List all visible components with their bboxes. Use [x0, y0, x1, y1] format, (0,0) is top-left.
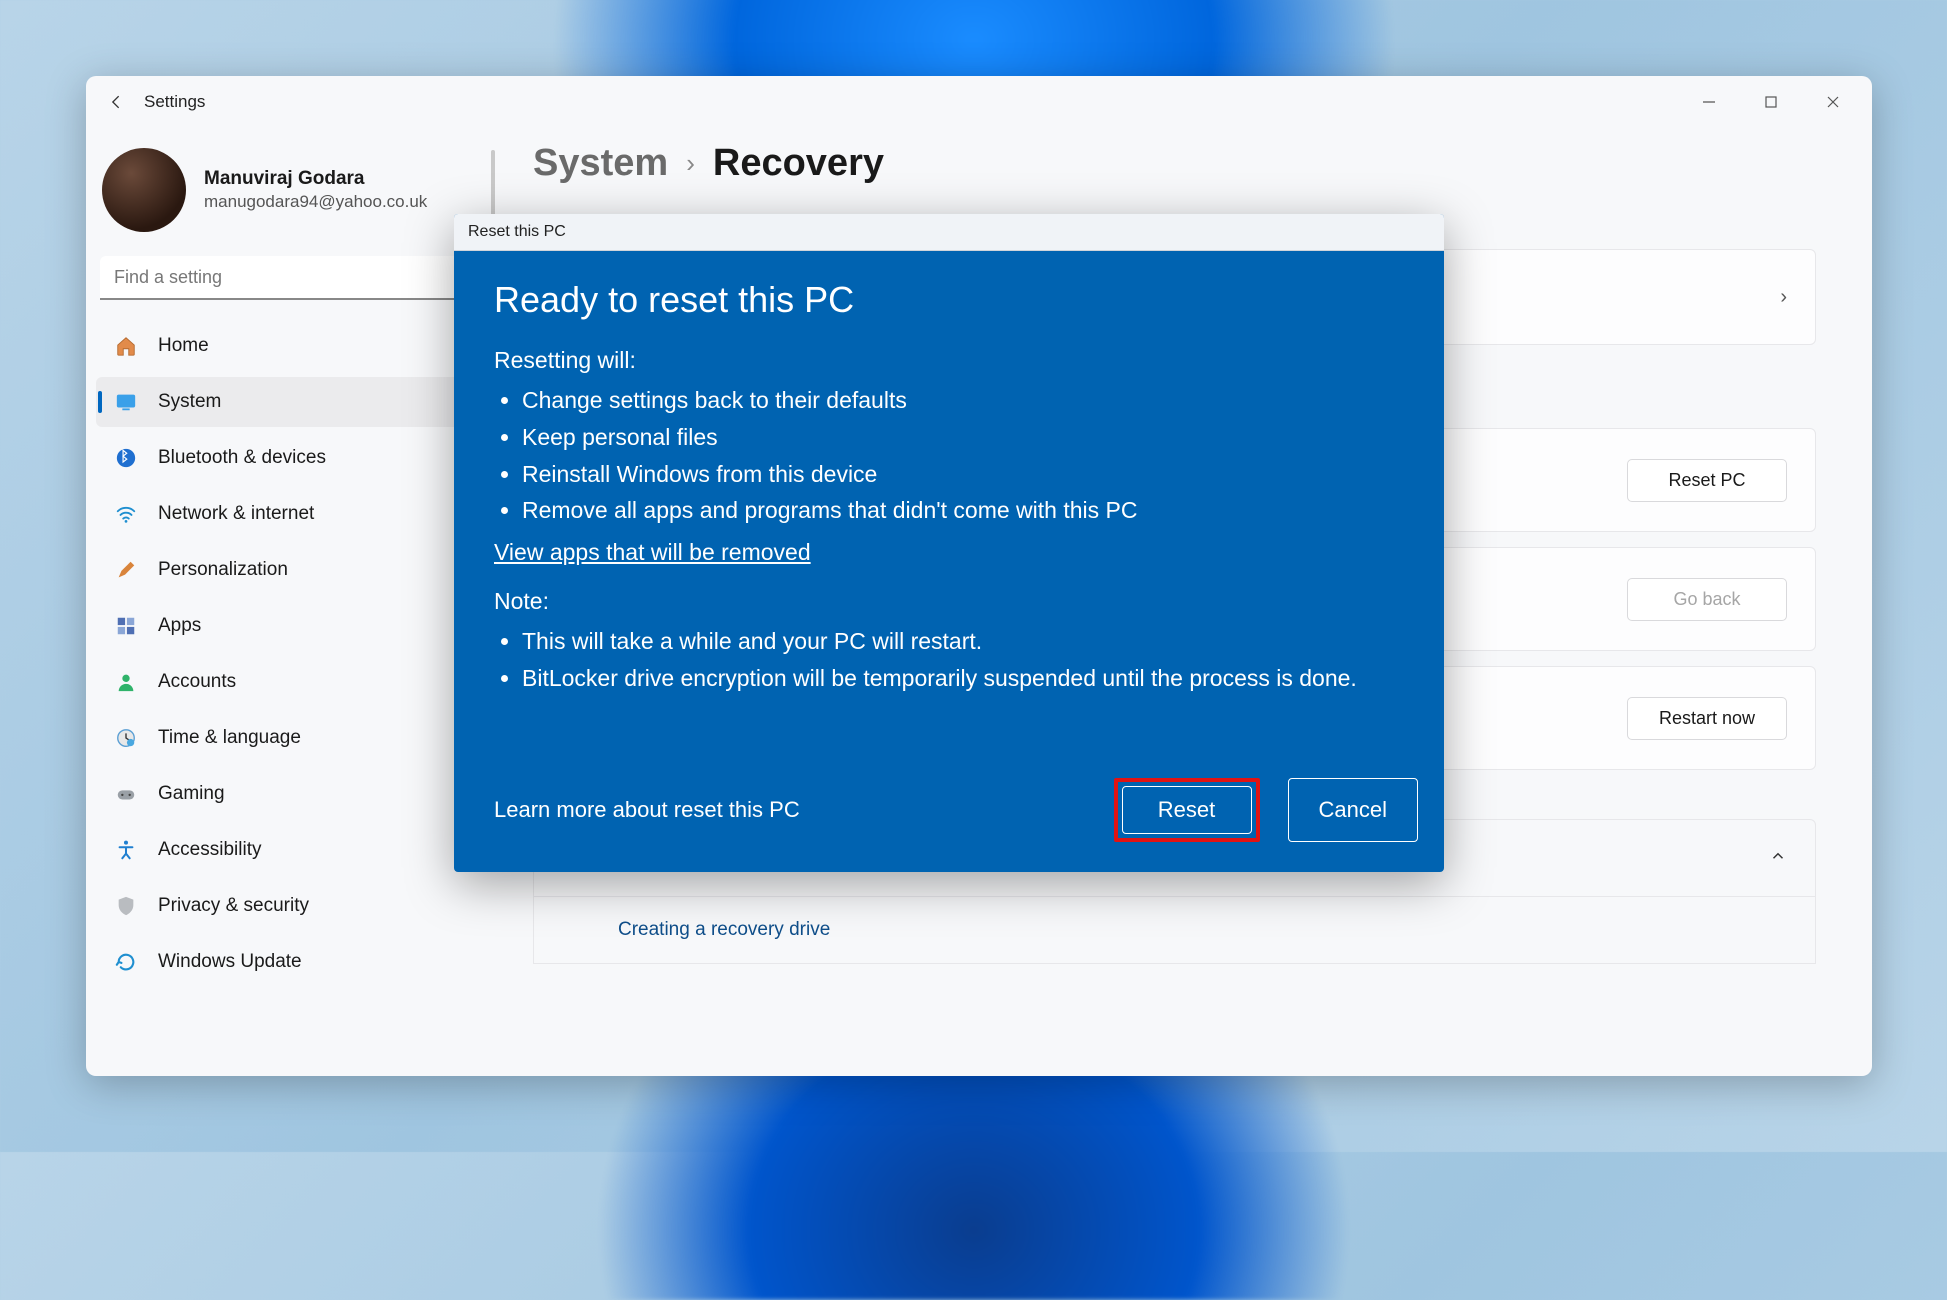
nav-apps[interactable]: Apps — [96, 601, 481, 651]
chevron-right-icon: › — [686, 148, 695, 179]
home-icon — [114, 334, 138, 358]
help-link-recovery-drive[interactable]: Creating a recovery drive — [533, 897, 1816, 964]
reset-bullets: Change settings back to their defaults K… — [494, 382, 1404, 529]
apps-icon — [114, 614, 138, 638]
dialog-body: Ready to reset this PC Resetting will: C… — [454, 251, 1444, 760]
resetting-will-label: Resetting will: — [494, 347, 1404, 374]
nav-label: Accounts — [158, 671, 236, 693]
sidebar: Manuviraj Godara manugodara94@yahoo.co.u… — [86, 128, 491, 1076]
profile-name: Manuviraj Godara — [204, 168, 427, 190]
nav-accessibility[interactable]: Accessibility — [96, 825, 481, 875]
accessibility-icon — [114, 838, 138, 862]
gamepad-icon — [114, 782, 138, 806]
dialog-titlebar: Reset this PC — [454, 214, 1444, 251]
wifi-icon — [114, 502, 138, 526]
chevron-right-icon: › — [1780, 286, 1787, 309]
nav-system[interactable]: System — [96, 377, 481, 427]
profile-text: Manuviraj Godara manugodara94@yahoo.co.u… — [204, 168, 427, 212]
nav-accounts[interactable]: Accounts — [96, 657, 481, 707]
nav-time[interactable]: Time & language — [96, 713, 481, 763]
nav-privacy[interactable]: Privacy & security — [96, 881, 481, 931]
view-apps-link[interactable]: View apps that will be removed — [494, 539, 811, 566]
search-input[interactable] — [100, 256, 477, 300]
bullet-item: Remove all apps and programs that didn't… — [522, 492, 1404, 529]
bullet-item: Reinstall Windows from this device — [522, 456, 1404, 493]
nav-label: Bluetooth & devices — [158, 447, 326, 469]
nav-label: Gaming — [158, 783, 225, 805]
profile-block[interactable]: Manuviraj Godara manugodara94@yahoo.co.u… — [96, 140, 481, 256]
nav-update[interactable]: Windows Update — [96, 937, 481, 987]
nav-personalization[interactable]: Personalization — [96, 545, 481, 595]
go-back-button: Go back — [1627, 578, 1787, 621]
reset-pc-button[interactable]: Reset PC — [1627, 459, 1787, 502]
bullet-item: Change settings back to their defaults — [522, 382, 1404, 419]
titlebar: Settings — [86, 76, 1872, 128]
avatar — [102, 148, 186, 232]
nav-label: System — [158, 391, 221, 413]
dialog-footer: Learn more about reset this PC Reset Can… — [454, 760, 1444, 872]
crumb-recovery: Recovery — [713, 142, 884, 185]
window-controls — [1678, 78, 1864, 126]
minimize-button[interactable] — [1678, 78, 1740, 126]
brush-icon — [114, 558, 138, 582]
clock-icon — [114, 726, 138, 750]
breadcrumb: System › Recovery — [533, 142, 1816, 185]
nav-label: Personalization — [158, 559, 288, 581]
window-title: Settings — [144, 92, 205, 112]
reset-highlight-annotation: Reset — [1114, 778, 1260, 842]
close-button[interactable] — [1802, 78, 1864, 126]
nav-network[interactable]: Network & internet — [96, 489, 481, 539]
bullet-item: Keep personal files — [522, 419, 1404, 456]
crumb-system[interactable]: System — [533, 142, 668, 185]
nav-gaming[interactable]: Gaming — [96, 769, 481, 819]
nav-bluetooth[interactable]: Bluetooth & devices — [96, 433, 481, 483]
nav-label: Privacy & security — [158, 895, 309, 917]
person-icon — [114, 670, 138, 694]
system-icon — [114, 390, 138, 414]
nav-label: Accessibility — [158, 839, 261, 861]
cancel-button[interactable]: Cancel — [1288, 778, 1418, 842]
note-bullets: This will take a while and your PC will … — [494, 623, 1404, 697]
nav-label: Apps — [158, 615, 201, 637]
nav-label: Windows Update — [158, 951, 302, 973]
chevron-up-icon — [1769, 847, 1787, 870]
nav-label: Time & language — [158, 727, 301, 749]
reset-button[interactable]: Reset — [1122, 786, 1252, 834]
nav: Home System Bluetooth & devices — [96, 318, 481, 990]
back-button[interactable] — [94, 79, 140, 125]
bullet-item: BitLocker drive encryption will be tempo… — [522, 660, 1404, 697]
shield-icon — [114, 894, 138, 918]
nav-home[interactable]: Home — [96, 321, 481, 371]
learn-more-link[interactable]: Learn more about reset this PC — [494, 797, 800, 823]
nav-label: Home — [158, 335, 209, 357]
reset-dialog: Reset this PC Ready to reset this PC Res… — [454, 214, 1444, 872]
bullet-item: This will take a while and your PC will … — [522, 623, 1404, 660]
update-icon — [114, 950, 138, 974]
bluetooth-icon — [114, 446, 138, 470]
maximize-button[interactable] — [1740, 78, 1802, 126]
profile-email: manugodara94@yahoo.co.uk — [204, 192, 427, 212]
note-label: Note: — [494, 588, 1404, 615]
restart-now-button[interactable]: Restart now — [1627, 697, 1787, 740]
nav-label: Network & internet — [158, 503, 314, 525]
dialog-heading: Ready to reset this PC — [494, 279, 1404, 321]
